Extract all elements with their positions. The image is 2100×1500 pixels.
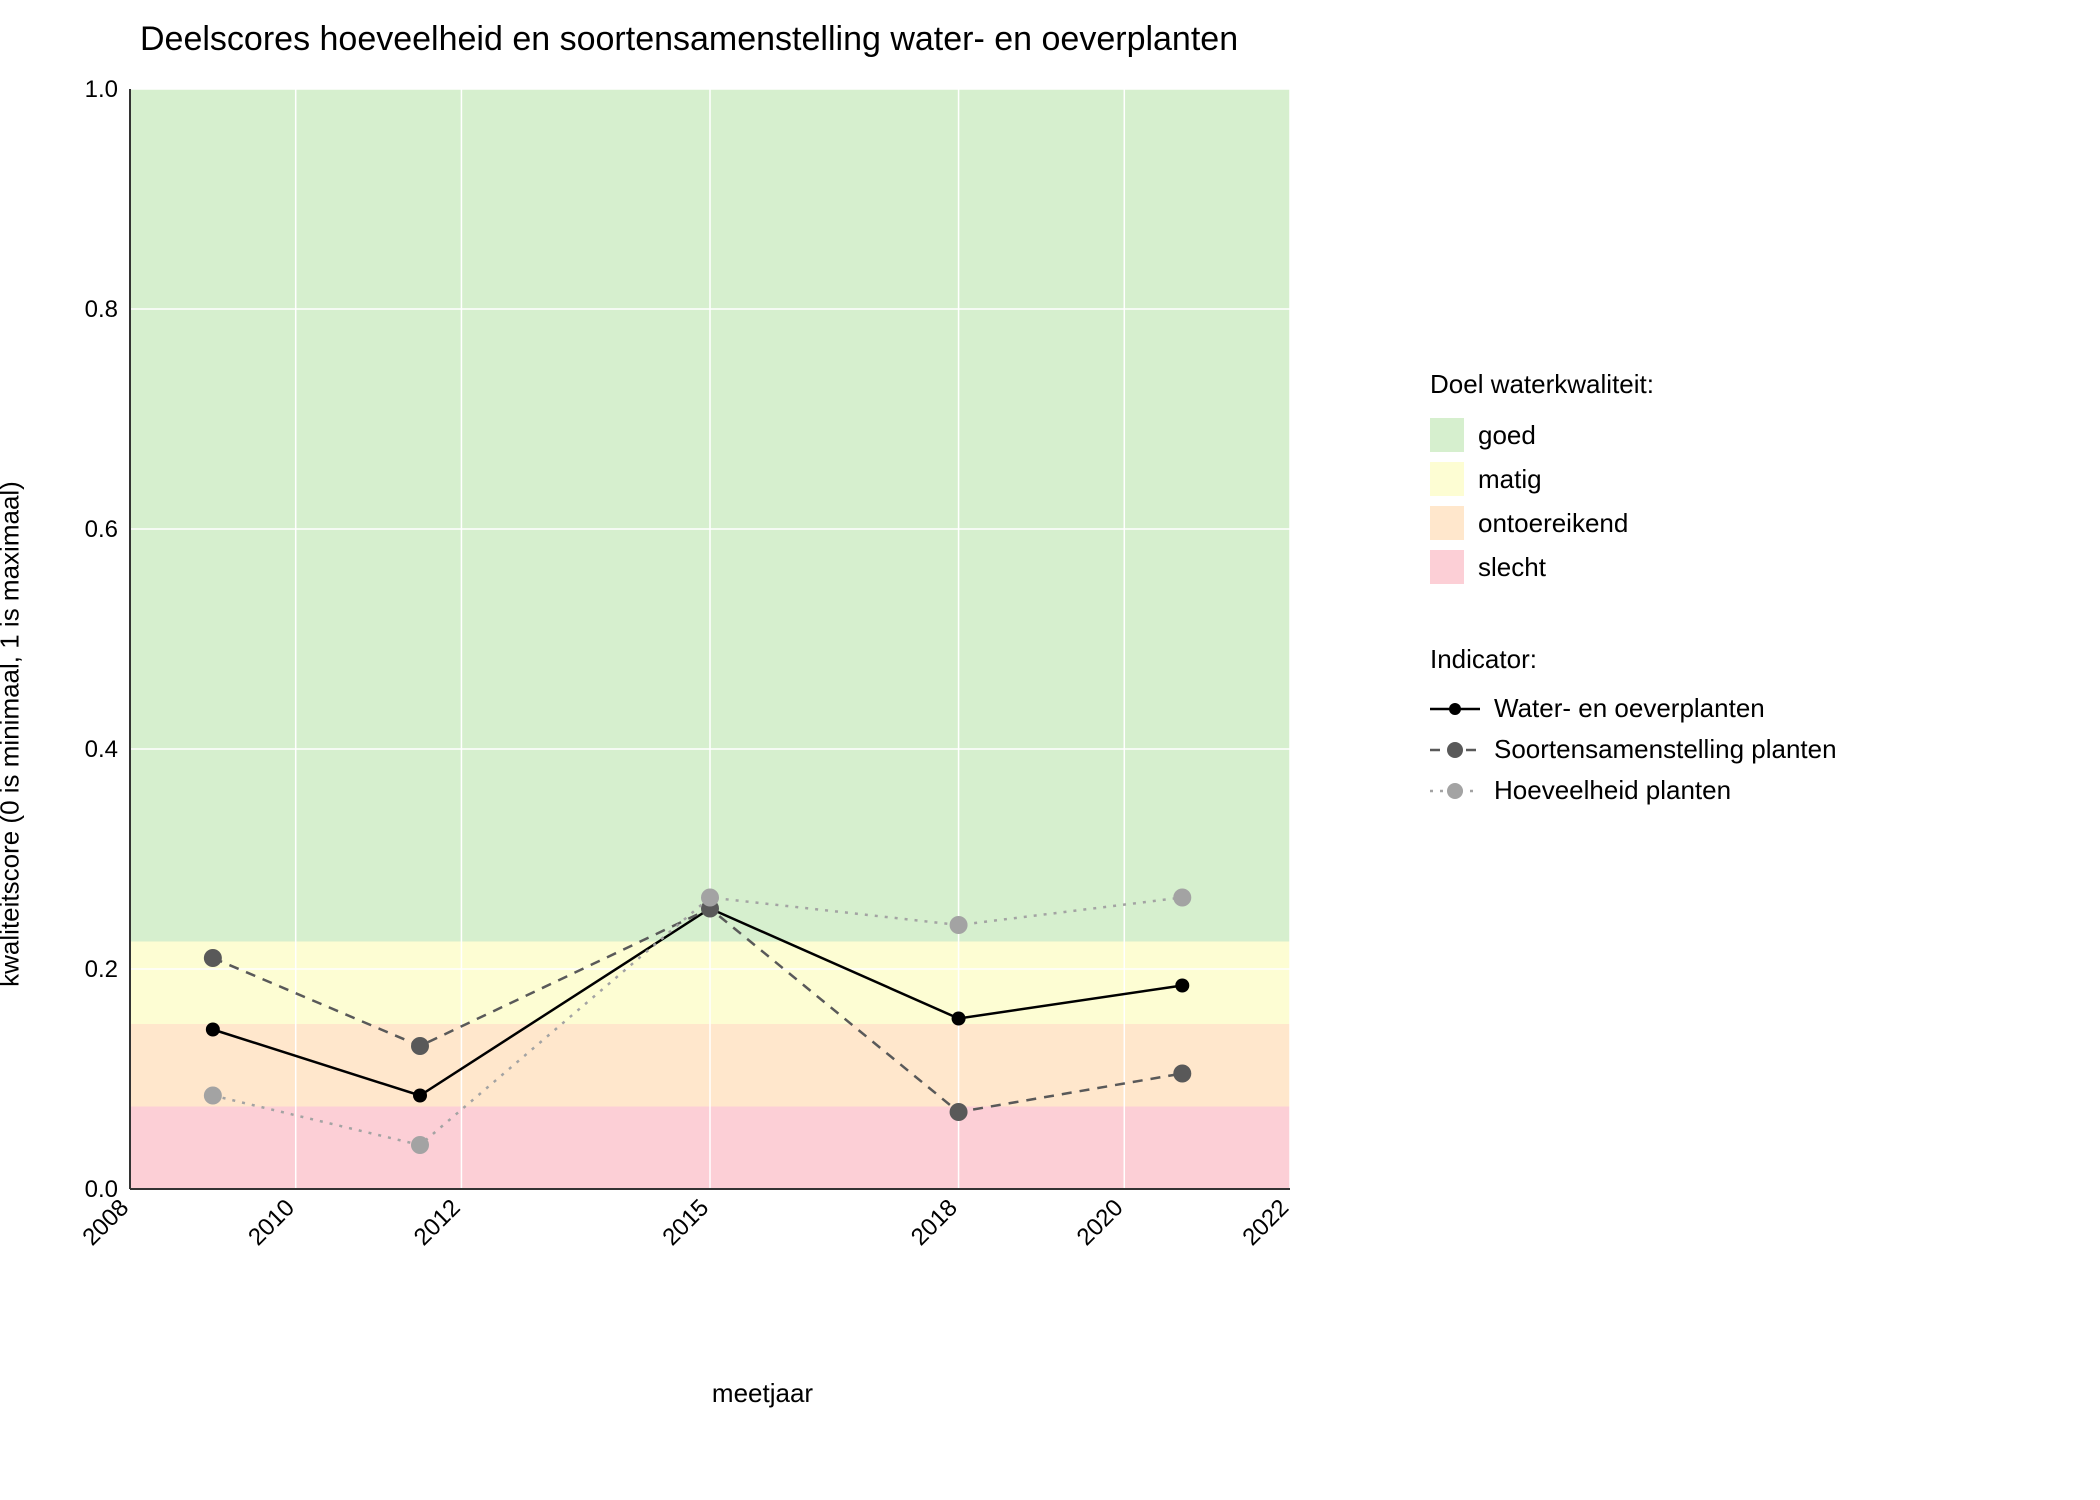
series-point-0	[952, 1012, 966, 1026]
legend-band-label: matig	[1478, 464, 1542, 495]
y-tick-label: 1.0	[85, 76, 118, 103]
series-point-1	[411, 1037, 429, 1055]
series-point-0	[413, 1089, 427, 1103]
y-tick-label: 0.6	[85, 516, 118, 543]
legend-swatch	[1430, 462, 1464, 496]
legend-band-label: goed	[1478, 420, 1536, 451]
legend-line-swatch	[1430, 697, 1480, 721]
legend-swatch	[1430, 550, 1464, 584]
legend-bands-title: Doel waterkwaliteit:	[1430, 369, 2080, 400]
series-point-1	[1173, 1065, 1191, 1083]
legend-swatch	[1430, 506, 1464, 540]
series-point-1	[950, 1103, 968, 1121]
x-axis-label: meetjaar	[712, 1378, 813, 1409]
y-tick-label: 0.4	[85, 736, 118, 763]
legend-line-swatch	[1430, 738, 1480, 762]
legend-series-item: Soortensamenstelling planten	[1430, 734, 2080, 765]
legend-series-item: Water- en oeverplanten	[1430, 693, 2080, 724]
legend-series: Indicator: Water- en oeverplanten Soorten…	[1430, 644, 2080, 806]
x-tick-label: 2022	[1237, 1194, 1294, 1251]
legend-band-label: ontoereikend	[1478, 508, 1628, 539]
legend-band-item: slecht	[1430, 550, 2080, 584]
x-tick-label: 2012	[409, 1194, 466, 1251]
legend-line-swatch	[1430, 779, 1480, 803]
legend-series-item: Hoeveelheid planten	[1430, 775, 2080, 806]
legend-series-label: Water- en oeverplanten	[1494, 693, 1765, 724]
legend-bands: Doel waterkwaliteit: goed matig ontoereike…	[1430, 369, 2080, 584]
series-point-2	[1173, 889, 1191, 907]
x-tick-label: 2010	[243, 1194, 300, 1251]
y-tick-label: 0.2	[85, 956, 118, 983]
chart-container: Deelscores hoeveelheid en soortensamenst…	[20, 20, 2080, 1480]
series-point-0	[206, 1023, 220, 1037]
series-point-2	[411, 1136, 429, 1154]
chart-title: Deelscores hoeveelheid en soortensamenst…	[140, 20, 2080, 59]
series-point-0	[1175, 979, 1189, 993]
series-point-2	[950, 916, 968, 934]
plot-svg-wrap: 0.00.20.40.60.81.02008201020122015201820…	[110, 79, 1310, 1279]
series-point-2	[204, 1087, 222, 1105]
x-tick-label: 2015	[657, 1194, 714, 1251]
legend-band-label: slecht	[1478, 552, 1546, 583]
legend-series-label: Soortensamenstelling planten	[1494, 734, 1837, 765]
legend-swatch	[1430, 418, 1464, 452]
x-tick-label: 2020	[1072, 1194, 1129, 1251]
series-point-2	[701, 889, 719, 907]
main-row: kwaliteitscore (0 is minimaal, 1 is maxi…	[20, 69, 2080, 1480]
legend-series-title: Indicator:	[1430, 644, 2080, 675]
legend-band-item: matig	[1430, 462, 2080, 496]
legend-band-item: goed	[1430, 418, 2080, 452]
x-tick-label: 2018	[906, 1194, 963, 1251]
chart-area: kwaliteitscore (0 is minimaal, 1 is maxi…	[20, 69, 1370, 1399]
legend-column: Doel waterkwaliteit: goed matig ontoereike…	[1370, 69, 2080, 1480]
y-tick-label: 0.8	[85, 296, 118, 323]
y-axis-label: kwaliteitscore (0 is minimaal, 1 is maxi…	[0, 481, 26, 987]
legend-series-label: Hoeveelheid planten	[1494, 775, 1731, 806]
legend-band-item: ontoereikend	[1430, 506, 2080, 540]
series-point-1	[204, 949, 222, 967]
plot-svg: 0.00.20.40.60.81.02008201020122015201820…	[110, 79, 1310, 1279]
